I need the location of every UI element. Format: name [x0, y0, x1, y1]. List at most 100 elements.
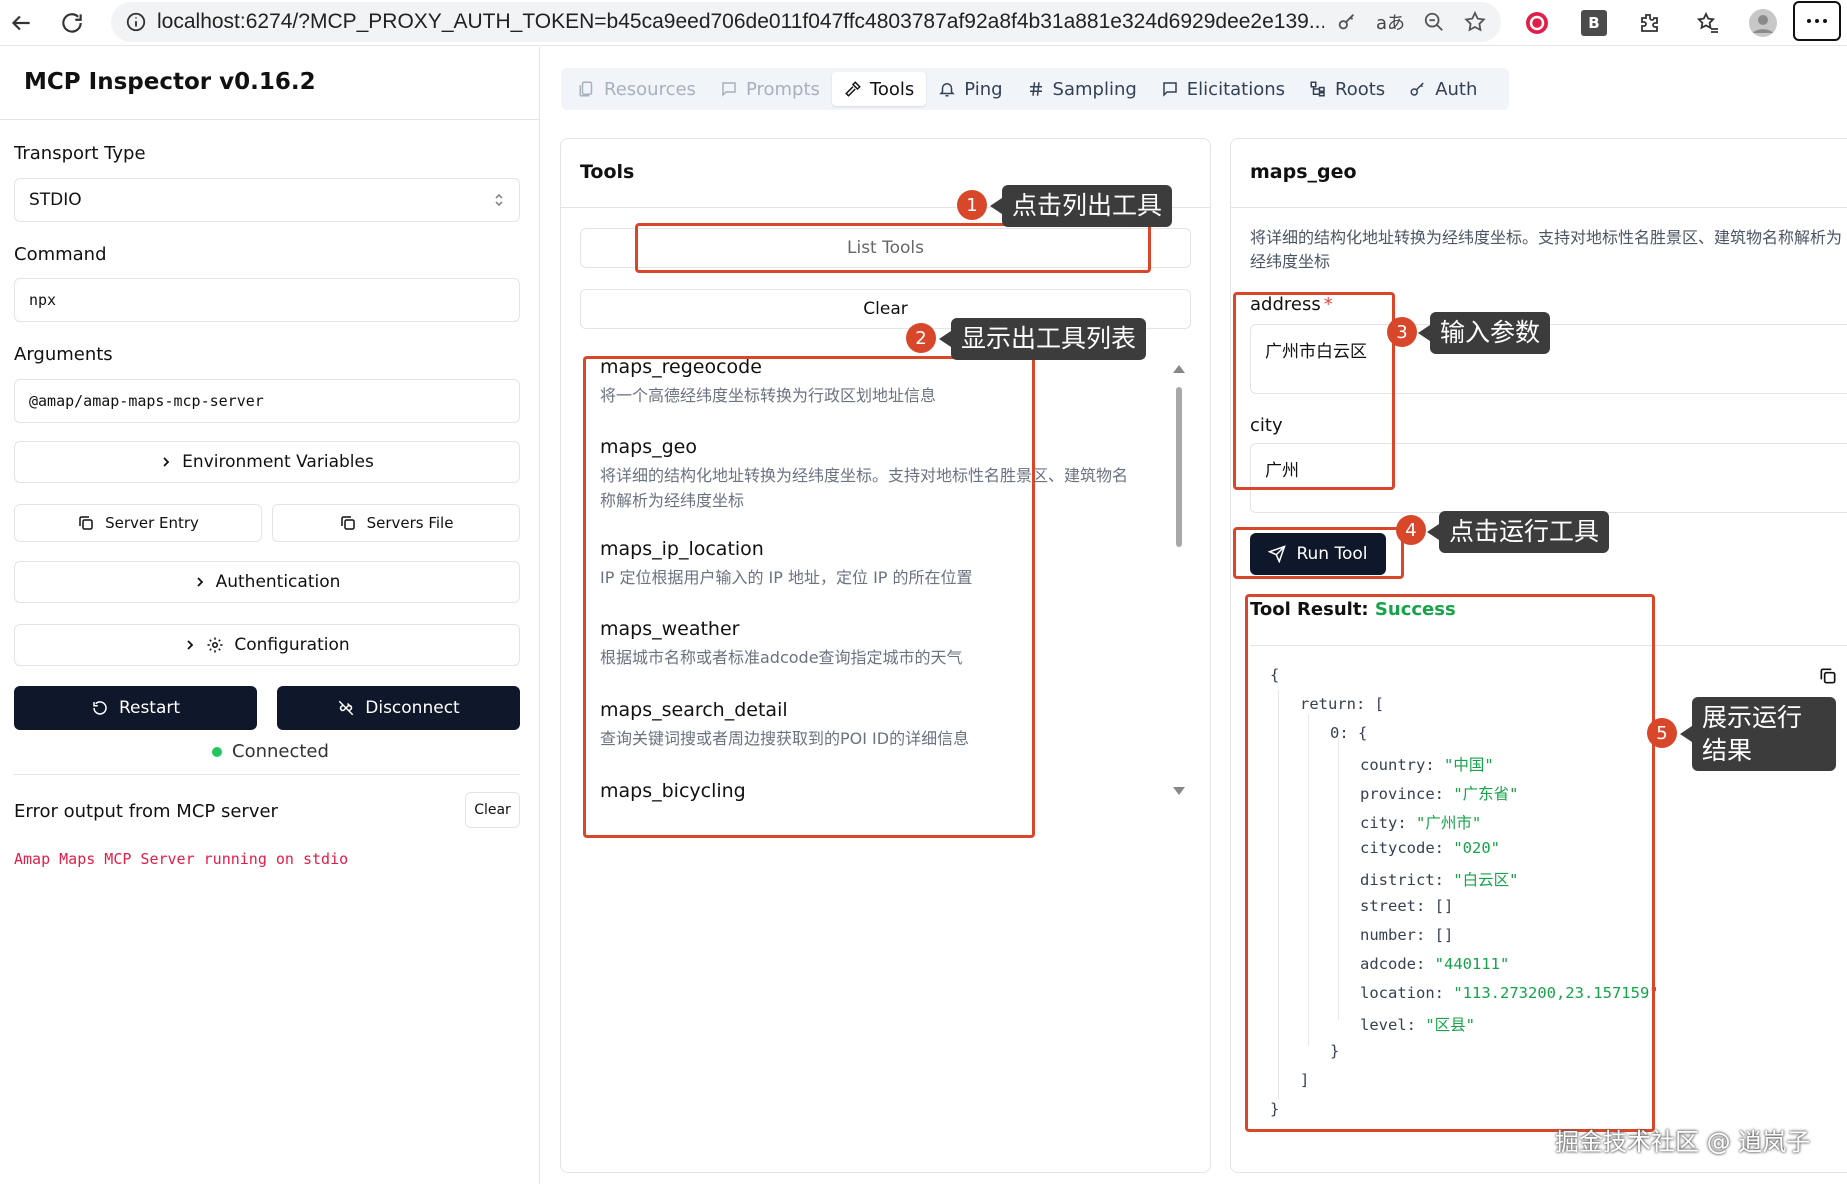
annotation-callout-3: 输入参数: [1417, 312, 1551, 354]
restart-label: Restart: [118, 698, 181, 718]
environment-variables-label: Environment Variables: [182, 452, 374, 472]
chevron-updown-icon: [493, 192, 505, 208]
command-value: npx: [29, 291, 57, 309]
tab-label: Auth: [1435, 78, 1478, 100]
copy-icon: [339, 514, 357, 532]
tab-tools[interactable]: Tools: [831, 72, 927, 106]
translate-icon[interactable]: aあ: [1376, 9, 1405, 35]
chevron-right-icon: [160, 455, 172, 469]
rotate-icon: [91, 699, 109, 717]
transport-type-select[interactable]: STDIO: [14, 178, 520, 222]
copy-icon: [77, 514, 95, 532]
arguments-value: @amap/amap-maps-mcp-server: [29, 392, 264, 410]
avatar[interactable]: [1748, 8, 1778, 38]
extension-red-icon[interactable]: [1524, 10, 1550, 36]
annotation-box-5: [1245, 594, 1655, 1132]
tab-auth[interactable]: Auth: [1397, 72, 1489, 106]
annotation-callout-5: 展示运行结果: [1680, 697, 1836, 771]
tab-prompts[interactable]: Prompts: [708, 72, 832, 106]
divider: [1231, 207, 1847, 208]
disconnect-label: Disconnect: [365, 698, 460, 718]
error-output-label: Error output from MCP server: [14, 801, 278, 822]
tool-detail-description: 将详细的结构化地址转换为经纬度坐标。支持对地标性名胜景区、建筑物名称解析为经纬度…: [1250, 228, 1843, 271]
tree-icon: [1309, 80, 1327, 98]
tab-label: Tools: [869, 78, 915, 100]
server-entry-button[interactable]: Server Entry: [14, 504, 262, 542]
tool-detail-title: maps_geo: [1250, 161, 1357, 183]
app-title: MCP Inspector v0.16.2: [24, 69, 316, 95]
error-clear-button[interactable]: Clear: [465, 792, 520, 828]
puzzle-icon[interactable]: [1636, 10, 1662, 36]
key-icon: [1409, 80, 1427, 98]
authentication-button[interactable]: Authentication: [14, 561, 520, 603]
annotation-box-1: [635, 223, 1151, 273]
authentication-label: Authentication: [215, 572, 341, 592]
status-dot: [212, 746, 222, 757]
browser-toolbar: localhost:6274/?MCP_PROXY_AUTH_TOKEN=b45…: [0, 0, 1847, 46]
annotation-callout-2: 显示出工具列表: [938, 318, 1147, 360]
tab-label: Elicitations: [1186, 78, 1286, 100]
tab-ping[interactable]: Ping: [926, 72, 1014, 106]
zoom-icon[interactable]: [1423, 11, 1445, 33]
tab-elicitations[interactable]: Elicitations: [1149, 72, 1297, 106]
tab-label: Ping: [964, 78, 1003, 100]
back-icon[interactable]: [4, 6, 38, 40]
sidebar: MCP Inspector v0.16.2 Transport Type STD…: [0, 47, 540, 1184]
info-icon[interactable]: [125, 11, 147, 33]
tab-label: Resources: [604, 78, 696, 100]
tab-label: Roots: [1335, 78, 1386, 100]
tab-label: Sampling: [1052, 78, 1137, 100]
arguments-label: Arguments: [14, 344, 113, 365]
divider: [14, 774, 520, 775]
status-text: Connected: [232, 741, 329, 762]
extension-b-icon[interactable]: B: [1581, 10, 1607, 36]
annotation-box-2: [583, 356, 1035, 838]
bell-icon: [938, 80, 956, 98]
chevron-right-icon: [194, 575, 206, 589]
gear-icon: [206, 636, 224, 654]
annotation-box-4: [1233, 527, 1404, 579]
command-input[interactable]: npx: [14, 278, 520, 322]
error-output-text: Amap Maps MCP Server running on stdio: [14, 850, 349, 868]
favorites-icon[interactable]: [1695, 10, 1721, 36]
divider: [0, 119, 540, 120]
annotation-number-1: 1: [957, 190, 987, 220]
unplug-icon: [337, 699, 355, 717]
annotation-number-5: 5: [1647, 718, 1677, 748]
restart-button[interactable]: Restart: [14, 686, 257, 730]
arguments-input[interactable]: @amap/amap-maps-mcp-server: [14, 379, 520, 423]
tool-list-scrollbar[interactable]: [1172, 363, 1186, 797]
address-bar[interactable]: localhost:6274/?MCP_PROXY_AUTH_TOKEN=b45…: [111, 2, 1501, 42]
prompts-icon: [720, 80, 738, 98]
environment-variables-button[interactable]: Environment Variables: [14, 441, 520, 483]
tab-sampling[interactable]: Sampling: [1015, 72, 1149, 106]
hash-icon: [1027, 80, 1045, 98]
tab-bar: Resources Prompts Tools Ping Sampling Elicita…: [561, 68, 1509, 110]
copy-result-icon[interactable]: [1818, 666, 1838, 686]
annotation-number-2: 2: [906, 323, 936, 353]
connection-status: Connected: [212, 741, 329, 762]
command-label: Command: [14, 244, 107, 265]
reload-icon[interactable]: [55, 6, 89, 40]
disconnect-button[interactable]: Disconnect: [277, 686, 520, 730]
annotation-callout-1: 点击列出工具: [989, 185, 1173, 227]
tab-resources[interactable]: Resources: [566, 72, 708, 106]
message-icon: [1161, 80, 1179, 98]
annotation-number-3: 3: [1387, 317, 1417, 347]
watermark: 掘金技术社区 @ 逍岚子: [1555, 1128, 1811, 1156]
servers-file-button[interactable]: Servers File: [272, 504, 520, 542]
annotation-callout-4: 点击运行工具: [1426, 511, 1610, 553]
server-entry-label: Server Entry: [105, 514, 199, 532]
configuration-button[interactable]: Configuration: [14, 624, 520, 666]
annotation-number-4: 4: [1396, 515, 1426, 545]
configuration-label: Configuration: [234, 635, 350, 655]
servers-file-label: Servers File: [366, 514, 454, 532]
tab-roots[interactable]: Roots: [1297, 72, 1397, 106]
key-icon[interactable]: [1336, 11, 1358, 33]
resources-icon: [578, 80, 596, 98]
hammer-icon: [844, 80, 862, 98]
more-menu-icon[interactable]: [1793, 1, 1841, 41]
transport-type-value: STDIO: [29, 190, 82, 210]
annotation-box-3: [1233, 292, 1395, 490]
star-icon[interactable]: [1463, 10, 1487, 34]
